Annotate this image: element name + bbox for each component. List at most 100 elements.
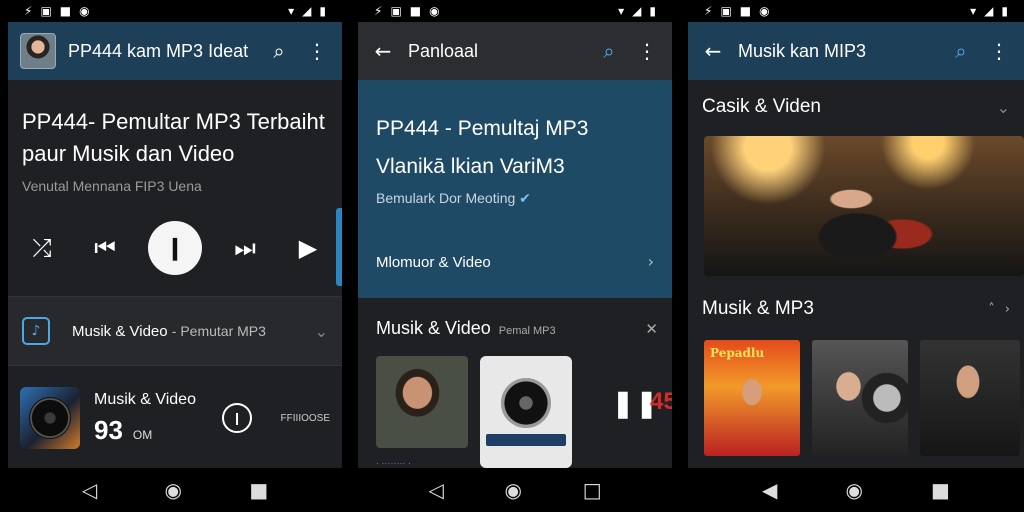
nav-back-icon[interactable]: ◁ — [428, 478, 443, 502]
featured-concert-image[interactable] — [704, 136, 1024, 276]
app-title: PP444 kam MP3 Ideat — [68, 40, 249, 61]
side-drawer-handle[interactable] — [336, 208, 342, 286]
app-bar: PP444 kam MP3 Ideat ⌕ ⋮ — [8, 22, 342, 80]
play-pause-icon: ❙ — [231, 411, 243, 425]
now-playing-bar[interactable]: Musik & Video 93 OM ❙ FFIIIOOSE — [8, 368, 342, 468]
status-bar: ⚡ ▣ ■ ◉ ▾ ◢ ▮ — [688, 0, 1024, 22]
sync-icon: ◉ — [79, 4, 90, 18]
card-subtitle-text: Bemulark Dor Meoting — [376, 190, 516, 206]
signal-icon: ◢ — [302, 4, 312, 18]
nav-home-icon[interactable]: ◉ — [505, 478, 522, 502]
status-bar: ⚡ ▣ ■ ◉ ▾ ◢ ▮ — [8, 0, 342, 22]
search-icon[interactable]: ⌕ — [948, 39, 974, 63]
speaker-icon — [29, 397, 71, 439]
gallery-icon: ▣ — [720, 4, 732, 18]
battery-icon: ▮ — [649, 4, 656, 18]
battery-icon: ▮ — [319, 4, 326, 18]
album-art — [20, 387, 80, 449]
phone-screen-1: ⚡ ▣ ■ ◉ ▾ ◢ ▮ PP444 kam MP3 Ideat ⌕ ⋮ PP… — [8, 0, 342, 512]
list-item-musik-video[interactable]: ♪ Musik & Video - Pemutar MP3 ⌄ — [8, 296, 342, 366]
wifi-icon: ▾ — [618, 4, 625, 18]
chevron-down-icon[interactable]: ⌄ — [315, 322, 328, 341]
more-options-icon[interactable]: ⋮ — [634, 39, 660, 63]
album-card[interactable]: Pepadlu — [704, 340, 800, 456]
time-value: 93 — [94, 414, 123, 445]
now-playing-info: Musik & Video 93 OM — [94, 391, 208, 446]
app-bar: ← Panloaal ⌕ ⋮ — [358, 22, 672, 80]
more-options-icon[interactable]: ⋮ — [304, 39, 330, 63]
chevron-down-icon[interactable]: ⌄ — [997, 98, 1010, 117]
section-title: Casik & Viden — [702, 96, 821, 117]
section-header: Casik & Viden ⌄ — [702, 96, 1010, 118]
pause-button[interactable]: ❙ — [222, 403, 252, 433]
notification-icon: ■ — [59, 4, 72, 18]
nav-recents-icon[interactable]: □ — [583, 478, 602, 502]
flash-icon: ⚡ — [24, 4, 33, 18]
caption-text: · ········ · — [376, 458, 411, 468]
list-item-subtitle: - Pemutar MP3 — [171, 322, 266, 339]
album-row: Pepadlu — [704, 340, 1020, 456]
play-pause-button[interactable]: ❙ — [148, 221, 202, 275]
speaker-label-bar — [486, 434, 566, 446]
list-item-label: Musik & Video - Pemutar MP3 — [72, 323, 293, 340]
previous-icon[interactable]: ⏮ — [85, 234, 125, 262]
chevron-right-icon[interactable]: › — [1005, 302, 1010, 317]
section-header: Musik & MP3 ˄ › — [702, 298, 1010, 320]
section-header: Musik & Video Pemal MP3 ✕ — [376, 318, 658, 339]
notification-icon: ■ — [739, 4, 752, 18]
flash-icon: ⚡ — [704, 4, 713, 18]
close-icon[interactable]: ✕ — [645, 320, 658, 338]
chevron-up-icon[interactable]: ˄ — [988, 302, 995, 317]
thumbnail-speaker[interactable] — [480, 356, 572, 468]
avatar[interactable] — [20, 33, 56, 69]
album-card[interactable] — [920, 340, 1020, 456]
search-icon[interactable]: ⌕ — [596, 39, 622, 63]
battery-icon: ▮ — [1001, 4, 1008, 18]
card-link[interactable]: Mlomuor & Video — [376, 254, 491, 271]
media-folder-icon: ♪ — [22, 317, 50, 345]
featured-card[interactable]: PP444 - Pemultaj MP3 Vlanikā lkian VariM… — [358, 80, 672, 298]
signal-icon: ◢ — [984, 4, 994, 18]
nav-recents-icon[interactable]: ■ — [931, 478, 950, 502]
back-arrow-icon[interactable]: ← — [370, 39, 396, 63]
shuffle-icon[interactable]: ⤮ — [22, 234, 62, 262]
speaker-icon — [501, 378, 551, 428]
notification-icon: ■ — [409, 4, 422, 18]
app-title: Panloaal — [408, 40, 479, 61]
sync-icon: ◉ — [429, 4, 440, 18]
gallery-icon: ▣ — [390, 4, 402, 18]
verified-icon: ✔ — [519, 191, 531, 207]
section-title: Musik & Video — [376, 318, 491, 338]
album-card[interactable] — [812, 340, 908, 456]
thumbnail-person[interactable] — [376, 356, 468, 448]
section-subtitle: Pemal MP3 — [498, 325, 556, 337]
next-icon[interactable]: ⏭ — [225, 234, 265, 262]
chevron-right-icon[interactable]: › — [648, 252, 654, 271]
list-item-title: Musik & Video — [72, 322, 168, 340]
search-icon[interactable]: ⌕ — [266, 39, 292, 63]
system-nav-bar: ◀ ◉ ■ — [688, 468, 1024, 512]
back-arrow-icon[interactable]: ← — [700, 39, 726, 63]
signal-icon: ◢ — [632, 4, 642, 18]
play-pause-icon: ❙ — [165, 235, 185, 260]
card-title: PP444 - Pemultaj MP3 Vlanikā lkian VariM… — [376, 117, 589, 178]
wifi-icon: ▾ — [288, 4, 295, 18]
sync-icon: ◉ — [759, 4, 770, 18]
section-title: Musik & MP3 — [702, 298, 814, 319]
nav-back-icon[interactable]: ◀ — [762, 478, 777, 502]
now-playing-title: Musik & Video — [94, 390, 196, 408]
nav-home-icon[interactable]: ◉ — [165, 478, 182, 502]
hero-title: PP444- Pemultar MP3 Terbaiht paur Musik … — [22, 109, 325, 166]
phone-screen-3: ⚡ ▣ ■ ◉ ▾ ◢ ▮ ← Musik kan MIP3 ⌕ ⋮ Casik… — [688, 0, 1024, 512]
status-bar: ⚡ ▣ ■ ◉ ▾ ◢ ▮ — [358, 0, 672, 22]
play-icon[interactable]: ▶ — [288, 234, 328, 262]
more-options-icon[interactable]: ⋮ — [986, 39, 1012, 63]
nav-recents-icon[interactable]: ■ — [249, 478, 268, 502]
media-thumbnails — [376, 356, 572, 468]
red-counter: 45 — [650, 388, 672, 415]
app-title: Musik kan MIP3 — [738, 40, 867, 61]
nav-home-icon[interactable]: ◉ — [846, 478, 863, 502]
playback-controls: ⤮ ⏮ ❙ ⏭ ▶ — [22, 218, 328, 278]
nav-back-icon[interactable]: ◁ — [82, 478, 97, 502]
flash-icon: ⚡ — [374, 4, 383, 18]
